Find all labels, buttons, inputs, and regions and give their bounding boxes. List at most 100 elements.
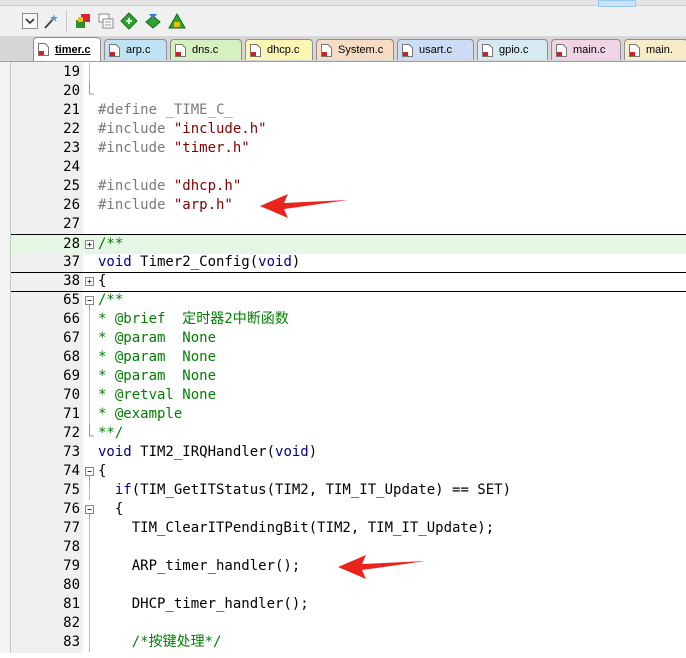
tab-label: gpio.c: [499, 44, 529, 56]
load-icon[interactable]: [73, 11, 93, 31]
code-line[interactable]: 69 * @param None: [11, 367, 686, 386]
code-line[interactable]: 76 {: [11, 500, 686, 519]
code-line[interactable]: 38 {: [11, 272, 686, 292]
line-number: 24: [63, 159, 80, 175]
code-token: DHCP_timer_handler();: [98, 596, 309, 612]
code-text: * @brief 定时器2中断函数: [98, 310, 289, 329]
line-number: 19: [63, 64, 80, 80]
line-number: 83: [63, 634, 80, 650]
green-diamond-icon[interactable]: [119, 11, 139, 31]
fold-line-marker: [84, 405, 96, 424]
download-diamond-icon[interactable]: [143, 11, 163, 31]
file-icon: [629, 43, 640, 57]
tab-label: arp.c: [126, 44, 151, 56]
code-line[interactable]: 23 #include "timer.h": [11, 139, 686, 158]
fold-collapse-icon[interactable]: [84, 291, 96, 310]
tab-label: System.c: [338, 44, 384, 56]
code-text: #include "timer.h": [98, 139, 250, 158]
code-line[interactable]: 72 **/: [11, 424, 686, 443]
fold-line-marker: [84, 329, 96, 348]
code-line[interactable]: 19: [11, 63, 686, 82]
fold-line-marker: [84, 633, 96, 652]
line-number: 73: [63, 444, 80, 460]
fold-line-marker: [84, 386, 96, 405]
code-line[interactable]: 68 * @param None: [11, 348, 686, 367]
code-line[interactable]: 21 #define _TIME_C_: [11, 101, 686, 120]
code-token: * @brief 定时器2中断函数: [98, 311, 289, 327]
code-line[interactable]: 75 if(TIM_GetITStatus(TIM2, TIM_IT_Updat…: [11, 481, 686, 500]
code-line[interactable]: 83 /*按键处理*/: [11, 633, 686, 652]
fold-collapse-icon[interactable]: [84, 462, 96, 481]
code-line[interactable]: 82: [11, 614, 686, 633]
tab-timer-c[interactable]: timer.c: [33, 37, 101, 61]
line-number: 69: [63, 368, 80, 384]
file-icon: [250, 43, 261, 57]
line-number: 22: [63, 121, 80, 137]
code-text: /**: [98, 235, 123, 254]
code-token: TIM2_IRQHandler(: [131, 444, 276, 460]
fold-expand-icon[interactable]: [84, 272, 96, 291]
line-number: 71: [63, 406, 80, 422]
code-line[interactable]: 20: [11, 82, 686, 101]
code-token: * @retval None: [98, 387, 217, 403]
code-editor[interactable]: 19 20 21 #define _TIME_C_ 22 #include "includ…: [0, 62, 686, 653]
line-number: 80: [63, 577, 80, 593]
code-token: #include: [98, 178, 174, 194]
tab-label: timer.c: [55, 43, 91, 56]
fold-collapse-icon[interactable]: [84, 500, 96, 519]
code-line[interactable]: 81 DHCP_timer_handler();: [11, 595, 686, 614]
code-line[interactable]: 24: [11, 158, 686, 177]
toolbar-highlighted-button[interactable]: [598, 0, 636, 7]
line-number: 77: [63, 520, 80, 536]
tab-gpio-c[interactable]: gpio.c: [477, 39, 548, 60]
fold-line-marker: [84, 63, 96, 82]
tab-main[interactable]: main.: [624, 39, 686, 60]
line-number: 78: [63, 539, 80, 555]
code-text: #include "arp.h": [98, 196, 233, 215]
tab-usart-c[interactable]: usart.c: [397, 39, 474, 60]
tab-dhcp-c[interactable]: dhcp.c: [245, 39, 313, 60]
tab-main-c[interactable]: main.c: [551, 39, 621, 60]
code-token: #include: [98, 197, 174, 213]
dropdown-arrow-icon[interactable]: [20, 11, 40, 31]
code-text: {: [98, 272, 106, 291]
code-line[interactable]: 37 void Timer2_Config(void): [11, 253, 686, 273]
fold-line-marker: [84, 576, 96, 595]
toolbar-separator: [66, 10, 67, 32]
code-line[interactable]: 22 #include "include.h": [11, 120, 686, 139]
code-token: **/: [98, 425, 124, 441]
line-number: 38: [63, 273, 80, 289]
tab-arp-c[interactable]: arp.c: [104, 39, 167, 60]
magic-wand-icon[interactable]: [41, 11, 61, 31]
line-number: 67: [63, 330, 80, 346]
line-number: 76: [63, 501, 80, 517]
tab-dns-c[interactable]: dns.c: [170, 39, 242, 60]
code-line[interactable]: 65 /**: [11, 291, 686, 310]
fold-line-marker: [84, 310, 96, 329]
code-line[interactable]: 71 * @example: [11, 405, 686, 424]
tab-label: usart.c: [419, 44, 453, 56]
copy-windows-icon[interactable]: [96, 11, 116, 31]
code-token: * @param None: [98, 368, 217, 384]
file-icon: [109, 43, 120, 57]
code-line[interactable]: 66 * @brief 定时器2中断函数: [11, 310, 686, 329]
tab-System-c[interactable]: System.c: [316, 39, 394, 60]
fold-expand-icon[interactable]: [84, 235, 96, 254]
file-icon: [402, 43, 413, 57]
code-line[interactable]: 67 * @param None: [11, 329, 686, 348]
code-line[interactable]: 73 void TIM2_IRQHandler(void): [11, 443, 686, 462]
code-token: ARP_timer_handler();: [98, 558, 301, 574]
build-target-icon[interactable]: [167, 11, 187, 31]
tab-label: dhcp.c: [267, 44, 300, 56]
code-line[interactable]: 28 /**: [11, 234, 686, 254]
fold-line-marker: [84, 614, 96, 633]
code-text: * @example: [98, 405, 182, 424]
code-token: {: [98, 463, 107, 479]
file-icon: [175, 43, 186, 57]
code-line[interactable]: 74 {: [11, 462, 686, 481]
line-number: 66: [63, 311, 80, 327]
code-line[interactable]: 70 * @retval None: [11, 386, 686, 405]
line-number: 21: [63, 102, 80, 118]
code-line[interactable]: 77 TIM_ClearITPendingBit(TIM2, TIM_IT_Up…: [11, 519, 686, 538]
code-token: * @example: [98, 406, 183, 422]
